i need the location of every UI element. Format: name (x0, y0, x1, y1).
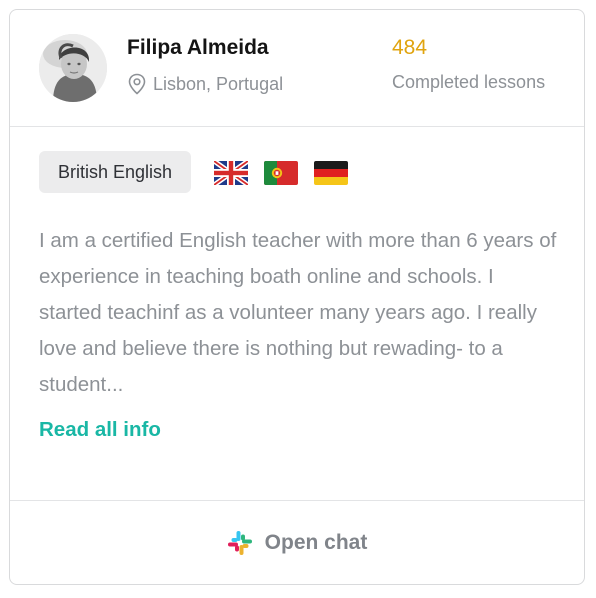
completed-lessons-label: Completed lessons (392, 72, 546, 92)
open-chat-label: Open chat (264, 531, 368, 554)
germany-flag-icon (314, 161, 348, 185)
portugal-flag-icon (264, 161, 298, 185)
uk-flag-icon (214, 161, 248, 185)
card-header: Filipa Almeida Lisbon, Portugal 484 Comp… (10, 10, 584, 127)
teacher-card: Filipa Almeida Lisbon, Portugal 484 Comp… (9, 9, 585, 585)
avatar-photo (39, 34, 107, 102)
teacher-location: Lisbon, Portugal (127, 73, 283, 95)
open-chat-button[interactable]: Open chat (10, 500, 584, 585)
location-text: Lisbon, Portugal (153, 73, 284, 94)
card-body: British English I am a certified English… (10, 127, 584, 500)
completed-lessons-count: 484 (392, 36, 428, 59)
read-all-info-link[interactable]: Read all info (39, 418, 161, 442)
avatar (39, 34, 107, 102)
location-pin-icon (128, 73, 146, 95)
teacher-bio: I am a certified English teacher with mo… (39, 229, 557, 396)
language-tag: British English (39, 151, 192, 193)
slack-icon (227, 531, 252, 555)
teacher-name: Filipa Almeida (127, 36, 269, 59)
